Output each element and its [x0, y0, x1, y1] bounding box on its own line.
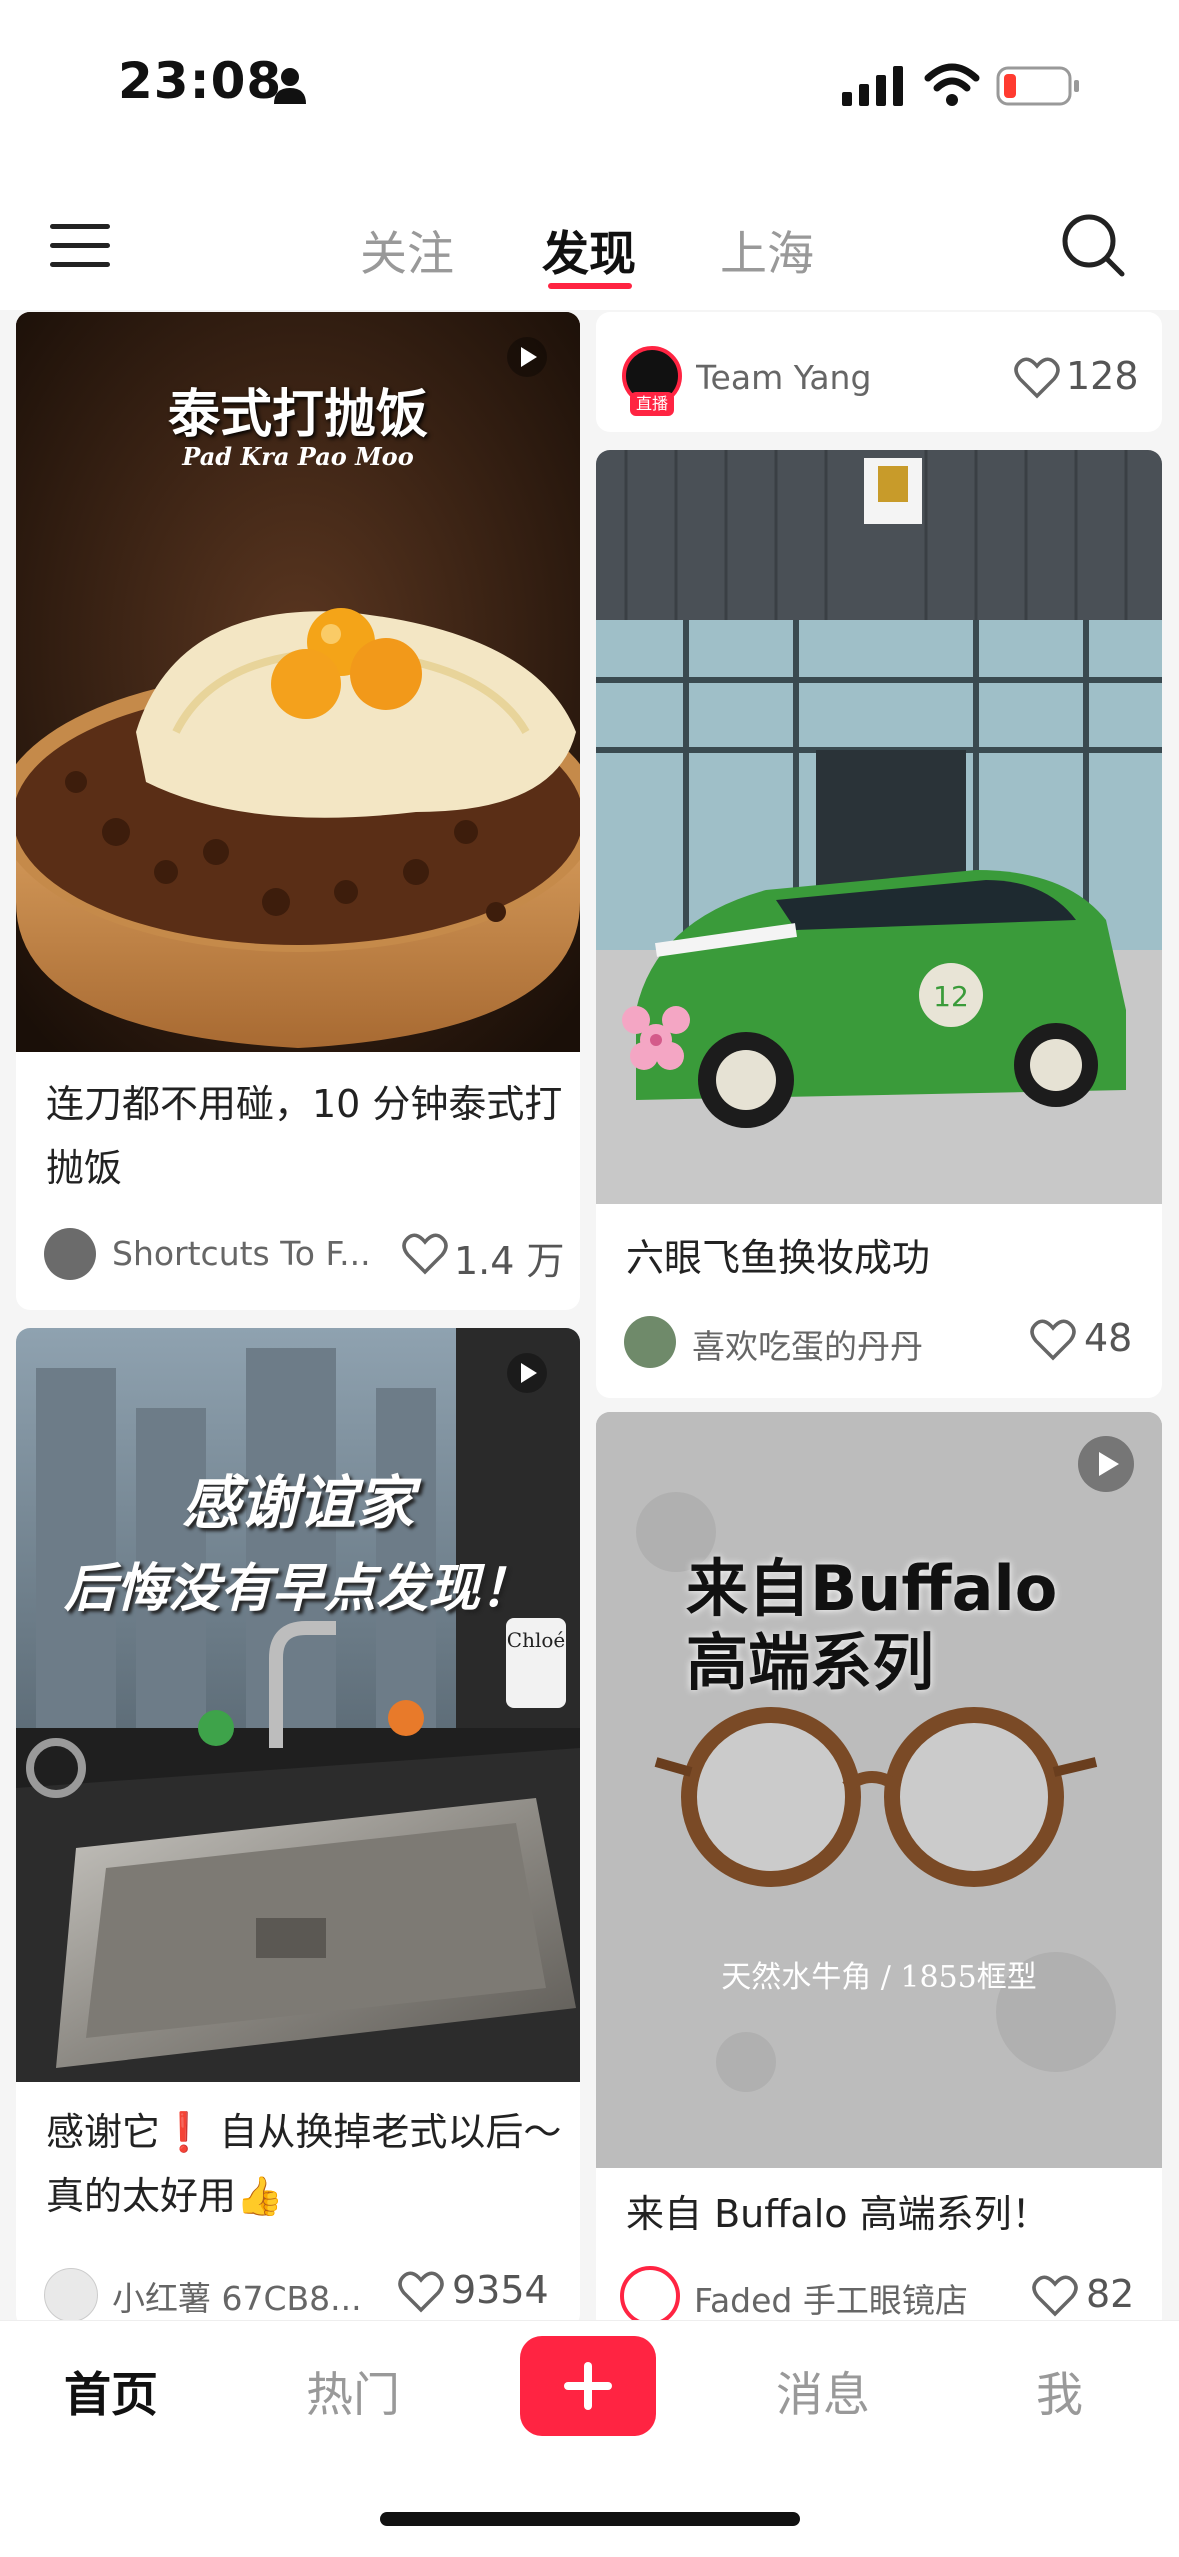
- cover-image: [596, 1412, 1162, 2168]
- exclamation-emoji: ❗: [160, 2110, 208, 2154]
- cover-caption: 天然水牛角 / 1855框型: [721, 1960, 1037, 1995]
- status-time: 23:08: [118, 52, 283, 110]
- tab-follow[interactable]: 关注: [360, 215, 454, 284]
- play-icon: [507, 337, 547, 377]
- cover-heading-line1: 感谢谊家: [181, 1469, 414, 1537]
- heart-icon[interactable]: [398, 2270, 444, 2314]
- note-title: 六眼飞鱼换妆成功: [626, 1236, 931, 1280]
- heart-icon[interactable]: [1032, 2274, 1078, 2318]
- heart-icon[interactable]: [402, 1232, 448, 1276]
- tab-shanghai[interactable]: 上海: [720, 215, 814, 284]
- nav-home[interactable]: 首页: [64, 2356, 158, 2425]
- author-name[interactable]: Shortcuts To F...: [112, 1234, 412, 1273]
- glasses-illustration: [596, 1412, 1162, 2168]
- cellular-signal-icon: [842, 66, 903, 106]
- battery-icon: [996, 66, 1079, 106]
- wifi-icon: [924, 63, 980, 106]
- cover-heading-line2: 后悔没有早点发现！: [63, 1559, 532, 1619]
- car-number-decal: 12: [933, 980, 969, 1013]
- cover-subheading: Pad Kra Pao Moo: [182, 442, 414, 471]
- cover-heading-line2: 高端系列: [686, 1626, 935, 1699]
- author-name[interactable]: 小红薯 67CB8...: [112, 2272, 382, 2320]
- note-title: 来自 Buffalo 高端系列！: [626, 2192, 1050, 2236]
- cover-label: Chloé: [506, 1628, 566, 1652]
- thumbs-up-emoji: 👍: [236, 2174, 284, 2218]
- author-name[interactable]: 喜欢吃蛋的丹丹: [692, 1320, 962, 1368]
- nav-trending[interactable]: 热门: [306, 2356, 400, 2425]
- note-card-glasses[interactable]: 来自Buffalo 高端系列 天然水牛角 / 1855框型 来自 Buffalo…: [596, 1412, 1162, 2332]
- kitchen-sink-illustration: [16, 1328, 580, 2082]
- note-card-thai-rice[interactable]: 泰式打抛饭 Pad Kra Pao Moo 连刀都不用碰，10 分钟泰式打抛饭 …: [16, 312, 580, 1310]
- note-card-team-yang[interactable]: 直播 Team Yang 128: [596, 312, 1162, 432]
- note-title: 感谢它❗ 自从换掉老式以后～真的太好用👍: [46, 2100, 566, 2228]
- like-count: 48: [1084, 1316, 1133, 1360]
- cover-heading: 泰式打抛饭: [167, 384, 428, 445]
- cover-image: [16, 1328, 580, 2082]
- search-icon[interactable]: [1060, 212, 1126, 278]
- note-title: 连刀都不用碰，10 分钟泰式打抛饭: [46, 1082, 563, 1190]
- play-icon: [1078, 1436, 1134, 1492]
- tab-discover[interactable]: 发现: [542, 215, 636, 284]
- create-post-button[interactable]: [520, 2336, 656, 2436]
- menu-icon[interactable]: [50, 222, 112, 270]
- person-icon: [274, 68, 306, 104]
- like-count: 82: [1086, 2272, 1135, 2316]
- author-avatar: [624, 1316, 676, 1368]
- nav-messages[interactable]: 消息: [776, 2356, 870, 2425]
- play-icon: [507, 1353, 547, 1393]
- author-avatar: [620, 2266, 680, 2326]
- author-avatar: [44, 1228, 96, 1280]
- plus-icon: [564, 2362, 612, 2410]
- note-card-car[interactable]: 12 六眼飞鱼换妆成功 喜欢吃蛋的丹丹 48: [596, 450, 1162, 1398]
- like-count: 128: [1066, 354, 1139, 398]
- home-indicator: [380, 2512, 800, 2526]
- green-car-illustration: 12: [596, 450, 1162, 1204]
- heart-icon[interactable]: [1030, 1318, 1076, 1362]
- active-tab-indicator: [548, 283, 632, 289]
- like-count: 9354: [452, 2268, 549, 2312]
- like-count: 1.4 万: [454, 1239, 565, 1283]
- live-badge: 直播: [630, 392, 674, 416]
- author-avatar: [44, 2268, 98, 2322]
- note-card-sink[interactable]: 感谢谊家 后悔没有早点发现！ Chloé 感谢它❗ 自从换掉老式以后～真的太好用…: [16, 1328, 580, 2328]
- author-name[interactable]: Faded 手工眼镜店: [694, 2274, 984, 2322]
- heart-icon[interactable]: [1014, 356, 1060, 400]
- cover-image: 12: [596, 450, 1162, 1204]
- nav-profile[interactable]: 我: [1036, 2356, 1083, 2425]
- author-name[interactable]: Team Yang: [696, 358, 956, 397]
- note-title-text: 感谢它: [46, 2110, 161, 2154]
